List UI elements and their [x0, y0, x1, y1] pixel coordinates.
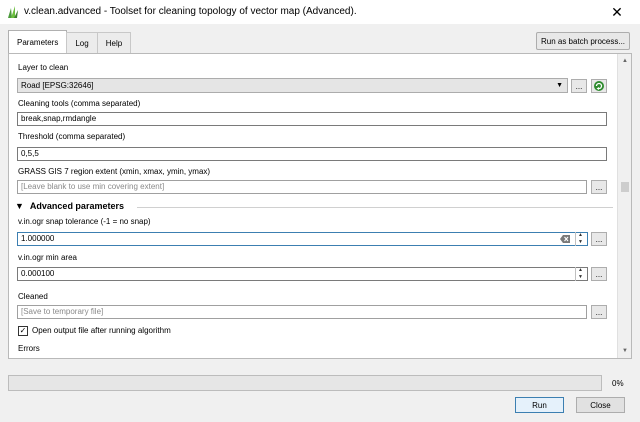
cleaned-output-input[interactable]: [Save to temporary file] [17, 305, 587, 319]
snap-browse-button[interactable]: ... [591, 232, 607, 246]
tools-label: Cleaning tools (comma separated) [18, 99, 141, 108]
open-output-checkbox[interactable]: ✓ [18, 326, 28, 336]
extent-label: GRASS GIS 7 region extent (xmin, xmax, y… [18, 167, 211, 176]
layer-label: Layer to clean [18, 63, 69, 72]
close-icon: ✕ [611, 3, 623, 20]
grass-app-icon [8, 6, 18, 18]
panel-scrollbar[interactable]: ▲ ▼ [617, 54, 631, 358]
layer-browse-button[interactable]: ... [571, 79, 587, 93]
layer-select-value: Road [EPSG:32646] [21, 81, 94, 90]
min-area-input[interactable]: 0.000100 [17, 267, 588, 281]
collapse-triangle-icon: ▼ [15, 201, 24, 211]
group-divider [137, 207, 613, 208]
cleaned-label: Cleaned [18, 292, 48, 301]
threshold-input[interactable]: 0,5,5 [17, 147, 607, 161]
parameters-panel: Layer to clean Road [EPSG:32646] ▼ ... C… [8, 53, 632, 359]
advanced-parameters-toggle[interactable]: ▼ Advanced parameters [15, 201, 124, 211]
iterate-button[interactable] [591, 79, 607, 93]
scroll-down-icon[interactable]: ▼ [618, 344, 631, 358]
progress-percent: 0% [612, 379, 624, 388]
iterate-icon [594, 81, 604, 91]
min-area-label: v.in.ogr min area [18, 253, 77, 262]
tools-input[interactable]: break,snap,rmdangle [17, 112, 607, 126]
snap-label: v.in.ogr snap tolerance (-1 = no snap) [18, 217, 151, 226]
layer-select[interactable]: Road [EPSG:32646] ▼ [17, 78, 568, 93]
tab-help[interactable]: Help [96, 32, 132, 53]
window-title: v.clean.advanced - Toolset for cleaning … [24, 6, 357, 17]
tab-parameters[interactable]: Parameters [8, 30, 68, 53]
close-window-button[interactable]: ✕ [594, 0, 640, 24]
threshold-label: Threshold (comma separated) [18, 132, 126, 141]
chevron-down-icon: ▼ [556, 82, 563, 89]
scroll-up-icon[interactable]: ▲ [618, 54, 631, 68]
extent-input[interactable]: [Leave blank to use min covering extent] [17, 180, 587, 194]
scroll-thumb[interactable] [621, 182, 629, 192]
run-batch-button[interactable]: Run as batch process... [536, 32, 630, 50]
dialog-window: v.clean.advanced - Toolset for cleaning … [0, 0, 640, 422]
tab-bar: Parameters Log Help [8, 30, 132, 54]
errors-label: Errors [18, 344, 40, 353]
title-bar: v.clean.advanced - Toolset for cleaning … [0, 0, 640, 24]
min-area-spinner[interactable]: ▲ ▼ [575, 267, 585, 281]
tab-log[interactable]: Log [66, 32, 98, 53]
snap-spinner[interactable]: ▲ ▼ [575, 232, 585, 246]
cleaned-browse-button[interactable]: ... [591, 305, 607, 319]
min-area-browse-button[interactable]: ... [591, 267, 607, 281]
open-output-label: Open output file after running algorithm [32, 326, 171, 335]
snap-tolerance-input[interactable]: 1.000000 [17, 232, 588, 246]
extent-browse-button[interactable]: ... [591, 180, 607, 194]
advanced-parameters-header: Advanced parameters [29, 201, 124, 211]
close-button[interactable]: Close [576, 397, 625, 413]
clear-input-icon[interactable] [560, 235, 570, 243]
run-button[interactable]: Run [515, 397, 564, 413]
progress-bar [8, 375, 602, 391]
